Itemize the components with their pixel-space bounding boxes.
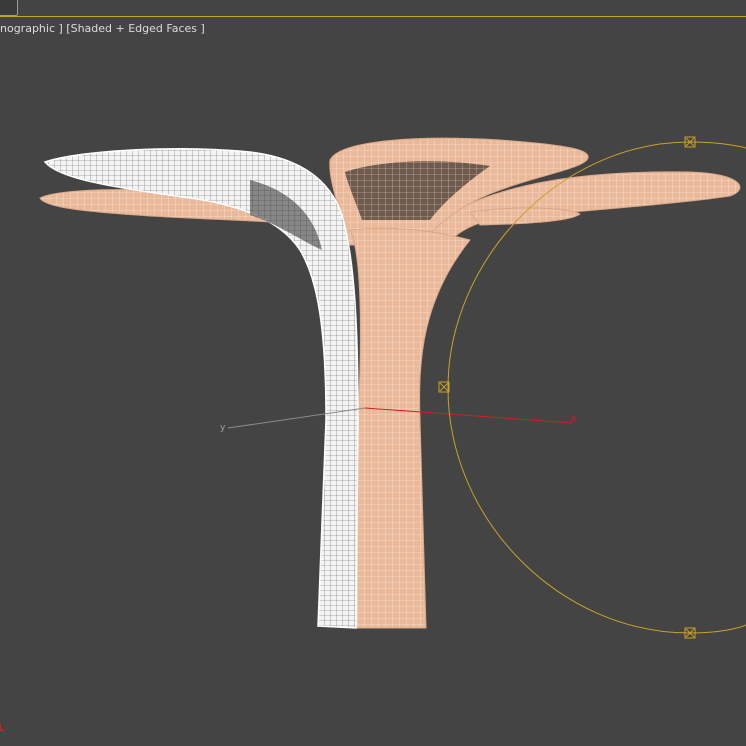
y-axis-label: y: [220, 423, 226, 433]
x-axis-label: x: [571, 414, 577, 424]
leaf-column-a[interactable]: [43, 148, 359, 629]
leaf-column-b[interactable]: [39, 137, 741, 629]
spline-vertex-handle[interactable]: [438, 381, 450, 393]
viewport-canvas[interactable]: y x: [0, 0, 746, 746]
world-axis-indicator: [0, 724, 5, 731]
